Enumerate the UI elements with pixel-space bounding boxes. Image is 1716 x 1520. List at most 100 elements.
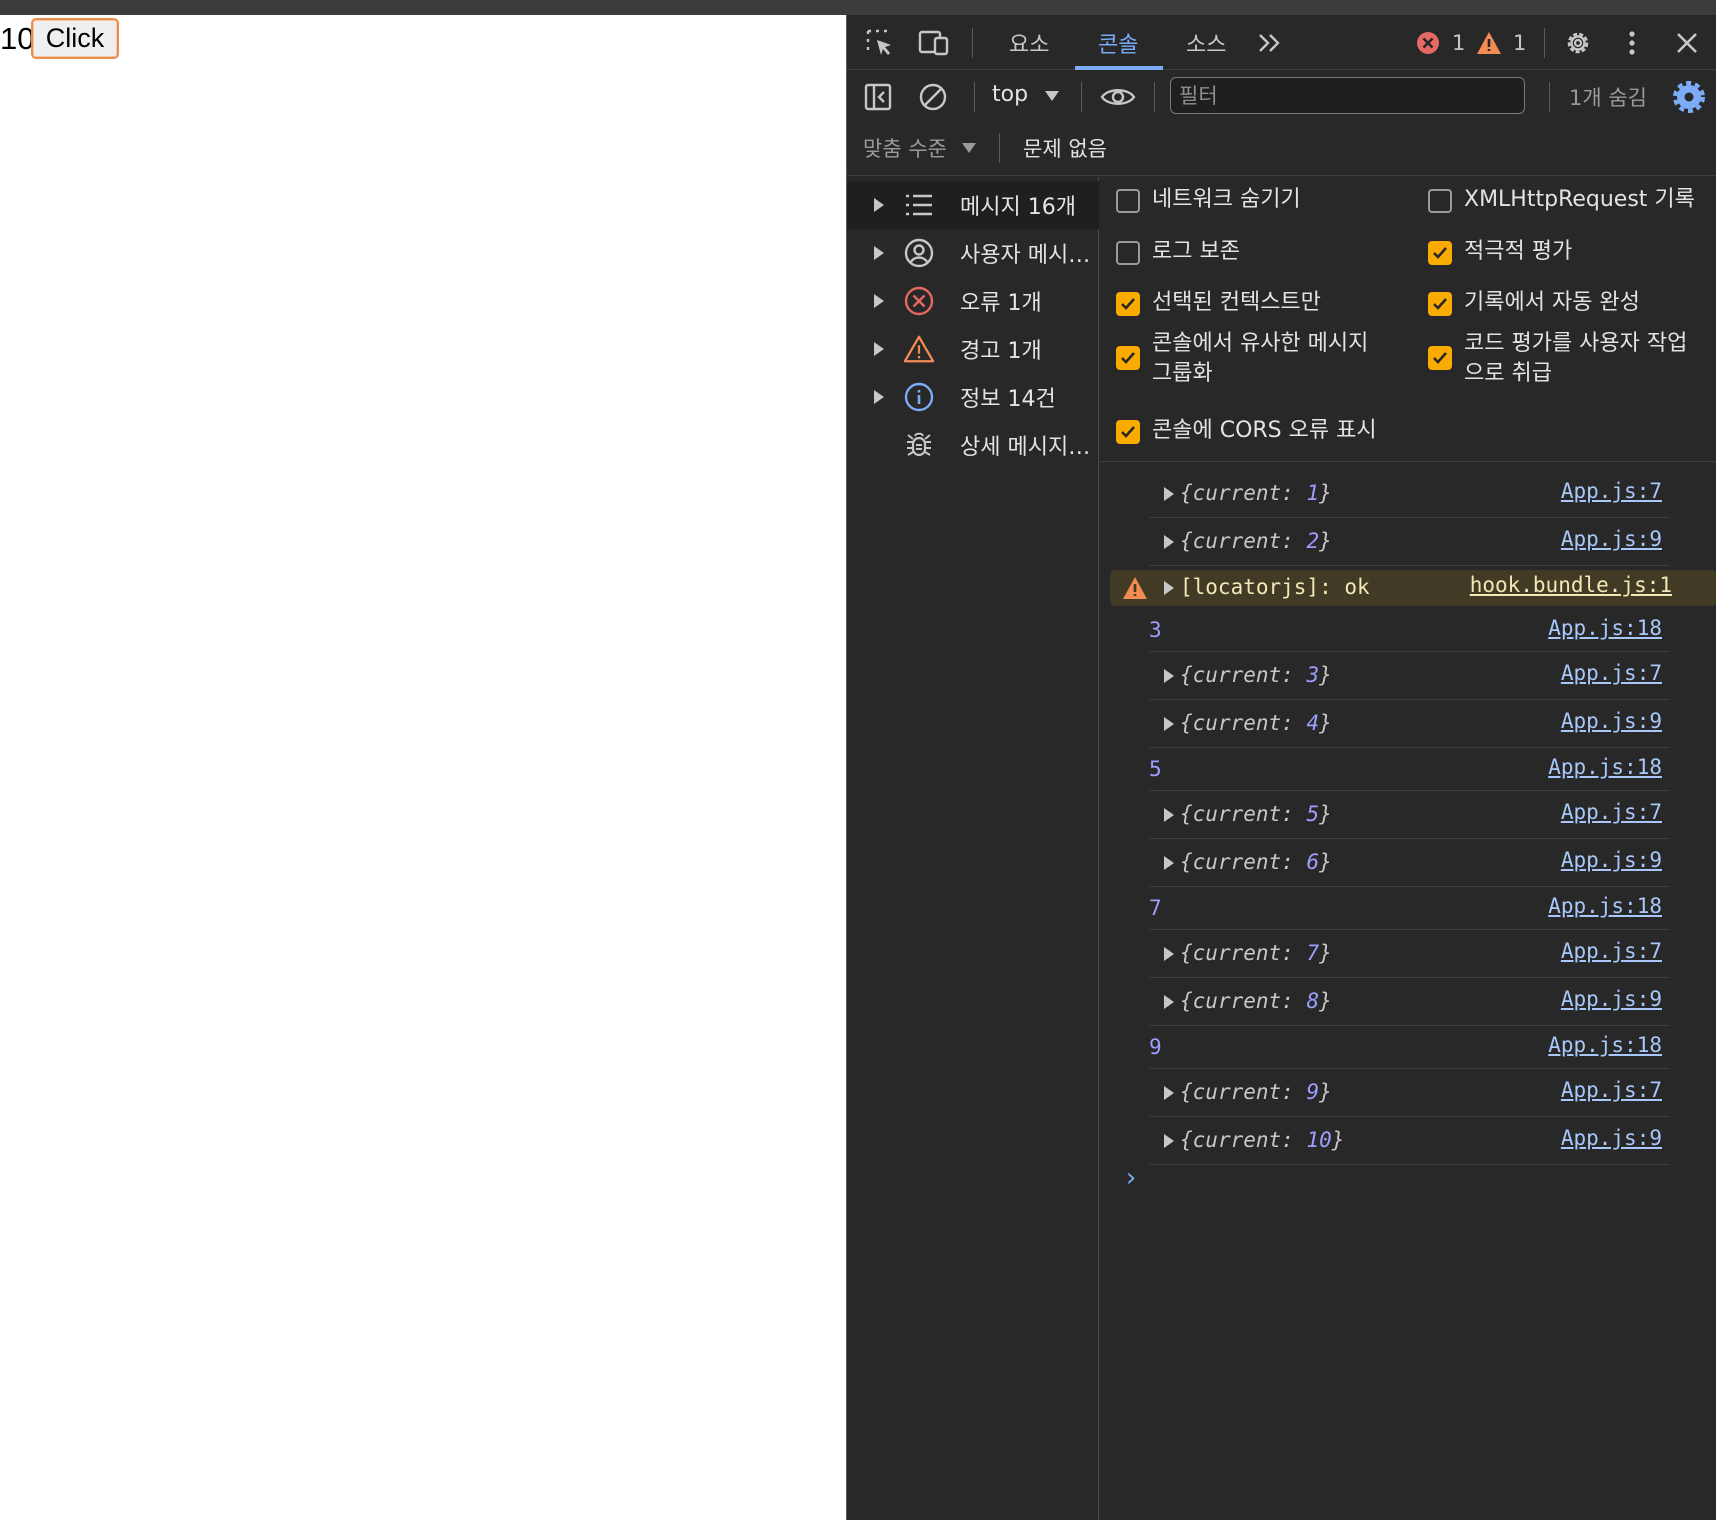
source-link[interactable]: App.js:9 [1561, 709, 1662, 733]
settings-gear-icon[interactable] [1562, 27, 1594, 59]
source-link[interactable]: App.js:7 [1561, 800, 1662, 824]
setting-hide-network[interactable]: 네트워크 숨기기 [1116, 185, 1301, 215]
setting-cors-errors[interactable]: 콘솔에 CORS 오류 표시 [1116, 416, 1377, 446]
console-log-row[interactable]: {current: 10} App.js:9 [1100, 1117, 1716, 1165]
source-link[interactable]: App.js:7 [1561, 661, 1662, 685]
setting-selected-context[interactable]: 선택된 컨텍스트만 [1116, 288, 1321, 318]
error-count-icon[interactable] [1415, 30, 1441, 56]
setting-xhr-log[interactable]: XMLHttpRequest 기록 [1428, 185, 1695, 215]
checkbox-unchecked[interactable] [1428, 189, 1452, 213]
more-options-icon[interactable] [1622, 27, 1642, 59]
tab-sources[interactable]: 소스 [1186, 15, 1226, 70]
console-log-row[interactable]: 7 App.js:18 [1100, 887, 1716, 930]
console-log-row[interactable]: {current: 3} App.js:7 [1100, 652, 1716, 700]
tab-elements[interactable]: 요소 [1009, 15, 1049, 70]
sidebar-item-errors[interactable]: 오류 1개 [847, 277, 1099, 325]
expand-arrow-icon[interactable] [1164, 995, 1174, 1009]
checkbox-checked[interactable] [1428, 346, 1452, 370]
console-log-row[interactable]: {current: 7} App.js:7 [1100, 930, 1716, 978]
sidebar-item-warnings[interactable]: 경고 1개 [847, 325, 1099, 373]
expand-arrow-icon[interactable] [1164, 1134, 1174, 1148]
object-key: current [1192, 529, 1282, 553]
expand-arrow-icon[interactable] [1164, 1086, 1174, 1100]
sidebar-toggle-icon[interactable] [862, 81, 894, 113]
expand-arrow-icon[interactable] [874, 246, 884, 260]
expand-arrow-icon[interactable] [874, 294, 884, 308]
console-settings-gear-icon[interactable] [1672, 80, 1706, 114]
console-log-row[interactable]: 5 App.js:18 [1100, 748, 1716, 791]
setting-autocomplete[interactable]: 기록에서 자동 완성 [1428, 288, 1640, 318]
expand-arrow-icon[interactable] [1164, 581, 1174, 595]
expand-arrow-icon[interactable] [1164, 669, 1174, 683]
expand-arrow-icon[interactable] [874, 198, 884, 212]
sidebar-item-label: 메시지 16개 [960, 195, 1076, 220]
checkbox-checked[interactable] [1428, 241, 1452, 265]
console-warning-row[interactable]: [locatorjs]: ok hook.bundle.js:1 [1110, 570, 1716, 606]
source-link[interactable]: App.js:18 [1548, 1033, 1662, 1057]
close-devtools-icon[interactable] [1672, 28, 1702, 58]
context-dropdown-icon[interactable] [1044, 89, 1060, 103]
expand-arrow-icon[interactable] [1164, 487, 1174, 501]
sidebar-item-info[interactable]: 정보 14건 [847, 373, 1099, 421]
expand-arrow-icon[interactable] [1164, 535, 1174, 549]
checkbox-checked[interactable] [1116, 420, 1140, 444]
console-log-row[interactable]: {current: 9} App.js:7 [1100, 1069, 1716, 1117]
expand-arrow-icon[interactable] [1164, 856, 1174, 870]
context-selector[interactable]: top [992, 82, 1028, 107]
source-link[interactable]: App.js:7 [1561, 939, 1662, 963]
sidebar-item-verbose[interactable]: 상세 메시지… [847, 421, 1099, 469]
console-prompt-icon[interactable]: › [1123, 1163, 1139, 1193]
setting-group-similar[interactable]: 콘솔에서 유사한 메시지 그룹화 [1116, 329, 1368, 389]
live-expression-eye-icon[interactable] [1099, 81, 1137, 113]
source-link[interactable]: App.js:18 [1548, 894, 1662, 918]
console-log-row[interactable]: {current: 1} App.js:7 [1100, 470, 1716, 518]
console-filter-input[interactable] [1170, 77, 1525, 114]
sidebar-item-messages[interactable]: 메시지 16개 [847, 181, 1099, 229]
source-link[interactable]: App.js:7 [1561, 479, 1662, 503]
source-link[interactable]: App.js:9 [1561, 987, 1662, 1011]
inspect-element-icon[interactable] [864, 27, 896, 59]
checkbox-checked[interactable] [1116, 292, 1140, 316]
expand-arrow-icon[interactable] [874, 390, 884, 404]
expand-arrow-icon[interactable] [1164, 947, 1174, 961]
expand-arrow-icon[interactable] [1164, 808, 1174, 822]
log-levels-dropdown[interactable]: 맞춤 수준 [863, 133, 947, 163]
expand-arrow-icon[interactable] [874, 342, 884, 356]
device-toolbar-icon[interactable] [917, 27, 951, 59]
more-tabs-icon[interactable] [1255, 28, 1285, 58]
sidebar-item-user-messages[interactable]: 사용자 메시… [847, 229, 1099, 277]
console-log-row[interactable]: {current: 8} App.js:9 [1100, 978, 1716, 1026]
checkbox-unchecked[interactable] [1116, 241, 1140, 265]
expand-arrow-icon[interactable] [1164, 717, 1174, 731]
source-link[interactable]: App.js:9 [1561, 848, 1662, 872]
list-icon [903, 189, 935, 221]
source-link[interactable]: App.js:9 [1561, 1126, 1662, 1150]
issues-status[interactable]: 문제 없음 [1023, 133, 1107, 163]
warning-count-icon[interactable] [1475, 29, 1503, 57]
source-link[interactable]: App.js:9 [1561, 527, 1662, 551]
devtools-tabbar: 요소 콘솔 소스 1 1 [847, 15, 1716, 70]
click-button[interactable]: Click [31, 18, 119, 59]
checkbox-unchecked[interactable] [1116, 189, 1140, 213]
console-log-row[interactable]: {current: 2} App.js:9 [1100, 518, 1716, 566]
setting-preserve-log[interactable]: 로그 보존 [1116, 237, 1240, 267]
setting-label: 그룹화 [1152, 361, 1213, 386]
console-log-row[interactable]: {current: 4} App.js:9 [1100, 700, 1716, 748]
console-log-row[interactable]: {current: 5} App.js:7 [1100, 791, 1716, 839]
tab-console[interactable]: 콘솔 [1098, 15, 1138, 70]
checkbox-checked[interactable] [1116, 346, 1140, 370]
source-link[interactable]: App.js:7 [1561, 1078, 1662, 1102]
setting-user-gesture[interactable]: 코드 평가를 사용자 작업 으로 취급 [1428, 329, 1687, 389]
console-log-row[interactable]: 3 App.js:18 [1100, 609, 1716, 652]
source-link[interactable]: App.js:18 [1548, 755, 1662, 779]
console-log-row[interactable]: 9 App.js:18 [1100, 1026, 1716, 1069]
warning-count[interactable]: 1 [1513, 31, 1526, 55]
clear-console-icon[interactable] [917, 81, 949, 113]
checkbox-checked[interactable] [1428, 292, 1452, 316]
levels-dropdown-icon[interactable] [961, 141, 977, 155]
console-log-row[interactable]: {current: 6} App.js:9 [1100, 839, 1716, 887]
source-link[interactable]: App.js:18 [1548, 616, 1662, 640]
setting-eager-eval[interactable]: 적극적 평가 [1428, 237, 1572, 267]
error-count[interactable]: 1 [1452, 31, 1465, 55]
source-link[interactable]: hook.bundle.js:1 [1470, 573, 1672, 597]
